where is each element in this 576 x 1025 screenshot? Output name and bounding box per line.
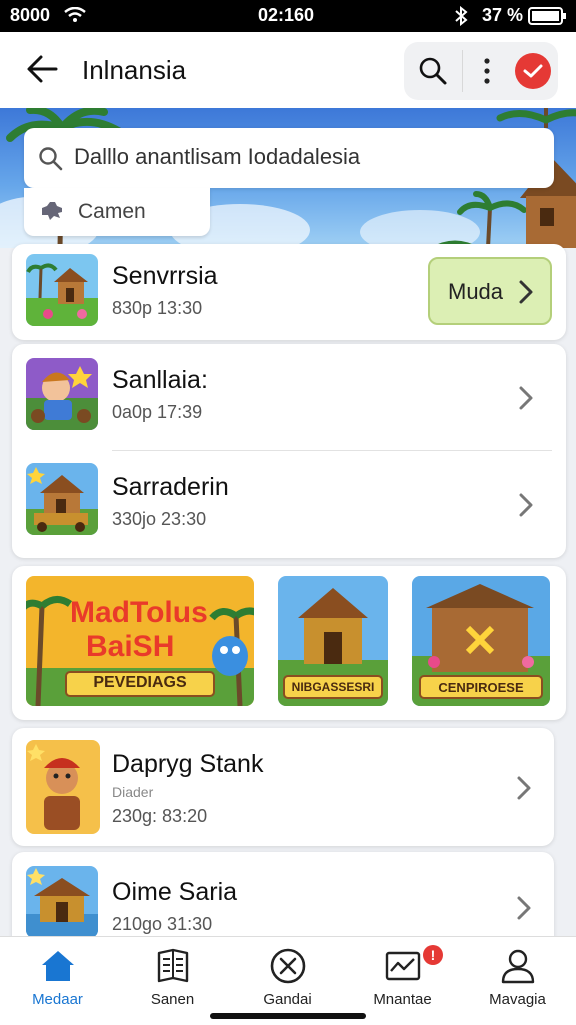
gallery-banner-large[interactable]: MadTolus BaiSH PEVEDIAGS <box>26 576 254 706</box>
status-battery-text: 37 % <box>482 5 524 25</box>
gallery-banner[interactable]: CENPIROESE <box>412 576 550 706</box>
chevron-right-icon <box>519 493 533 517</box>
game-title: Dapryg Stank <box>112 750 264 778</box>
close-circle-icon <box>270 948 306 984</box>
gallery-title-line1: MadTolus <box>70 596 208 629</box>
featured-card[interactable]: Senvrrsia 830p 13:30 Muda <box>12 244 566 340</box>
bottom-nav: Medaar Sanen Gandai ! Mnantae Mavagia <box>0 936 576 1025</box>
search-icon[interactable] <box>418 56 448 86</box>
gallery-caption: CENPIROESE <box>438 680 524 695</box>
app-bar: Inlnansia <box>0 32 576 108</box>
game-thumbnail <box>26 463 98 535</box>
page-title: Inlnansia <box>82 55 187 85</box>
game-subtitle: 230g: 83:20 <box>112 806 208 826</box>
featured-subtitle: 830p 13:30 <box>112 298 203 318</box>
gallery-title-line2: BaiSH <box>86 630 175 663</box>
game-list-card: Sanllaia: 0a0p 17:39 Sarraderin 330jo 23… <box>12 344 566 558</box>
nav-label: Mavagia <box>489 991 546 1008</box>
search-text: Dalllo anantlisam Iodadalesia <box>74 144 361 169</box>
nav-label: Gandai <box>263 991 312 1008</box>
muda-button[interactable]: Muda <box>428 257 552 325</box>
game-subtitle: 0a0p 17:39 <box>112 402 203 422</box>
list-item[interactable]: Dapryg Stank Diader 230g: 83:20 <box>12 728 554 846</box>
gallery-card: MadTolus BaiSH PEVEDIAGS NIBGASSESRI CEN… <box>12 566 566 720</box>
back-arrow-icon[interactable] <box>26 54 58 84</box>
gallery-caption: PEVEDIAGS <box>93 674 187 691</box>
game-subtitle: 210go 31:30 <box>112 914 213 934</box>
nav-item-profile[interactable]: Mavagia <box>460 937 575 1025</box>
header-actions <box>404 42 558 100</box>
game-thumbnail <box>26 866 98 938</box>
game-title: Sarraderin <box>112 473 229 501</box>
camera-icon <box>42 202 62 220</box>
game-thumbnail <box>26 358 98 430</box>
status-bar: 8000 02:160 37 % <box>0 0 576 32</box>
nav-item-mnantae[interactable]: ! Mnantae <box>345 937 460 1025</box>
search-bar[interactable]: Dalllo anantlisam Iodadalesia <box>24 128 554 188</box>
nav-label: Medaar <box>32 991 83 1008</box>
nav-item-sanen[interactable]: Sanen <box>115 937 230 1025</box>
status-time: 02:160 <box>258 5 315 25</box>
notification-check-icon[interactable] <box>514 52 552 90</box>
game-subtitle: 330jo 23:30 <box>112 509 207 529</box>
divider <box>462 50 463 92</box>
game-title: Oime Saria <box>112 878 238 906</box>
chevron-right-icon <box>519 386 533 410</box>
camera-suggestion[interactable]: Camen <box>24 188 210 236</box>
game-thumbnail <box>26 740 100 834</box>
person-icon <box>501 949 535 984</box>
game-title: Sanllaia: <box>112 366 208 394</box>
home-indicator <box>210 1013 366 1019</box>
nav-label: Mnantae <box>373 991 432 1008</box>
game-note: Diader <box>112 784 154 800</box>
nav-item-home[interactable]: Medaar <box>0 937 115 1025</box>
more-options-icon[interactable] <box>482 57 492 85</box>
chevron-right-icon <box>517 896 531 920</box>
camera-label: Camen <box>78 200 146 223</box>
bluetooth-icon <box>455 6 468 26</box>
chevron-right-icon <box>517 776 531 800</box>
gallery-banner[interactable]: NIBGASSESRI <box>278 576 388 706</box>
nav-label: Sanen <box>150 991 195 1008</box>
chart-icon <box>385 951 421 981</box>
nav-item-gandai[interactable]: Gandai <box>230 937 345 1025</box>
muda-button-label: Muda <box>448 279 504 304</box>
wifi-icon <box>64 7 86 22</box>
battery-icon <box>528 7 566 25</box>
list-item[interactable]: Sanllaia: 0a0p 17:39 <box>12 344 566 450</box>
list-item[interactable]: Sarraderin 330jo 23:30 <box>12 451 566 557</box>
book-icon <box>157 948 189 983</box>
featured-title: Senvrrsia <box>112 262 218 290</box>
gallery-caption: NIBGASSESRI <box>291 680 375 694</box>
home-icon <box>42 951 74 981</box>
notification-badge: ! <box>423 945 443 965</box>
chevron-right-icon <box>519 280 533 304</box>
status-left-text: 8000 <box>10 5 51 25</box>
featured-thumbnail <box>26 254 98 326</box>
search-icon <box>39 147 63 171</box>
